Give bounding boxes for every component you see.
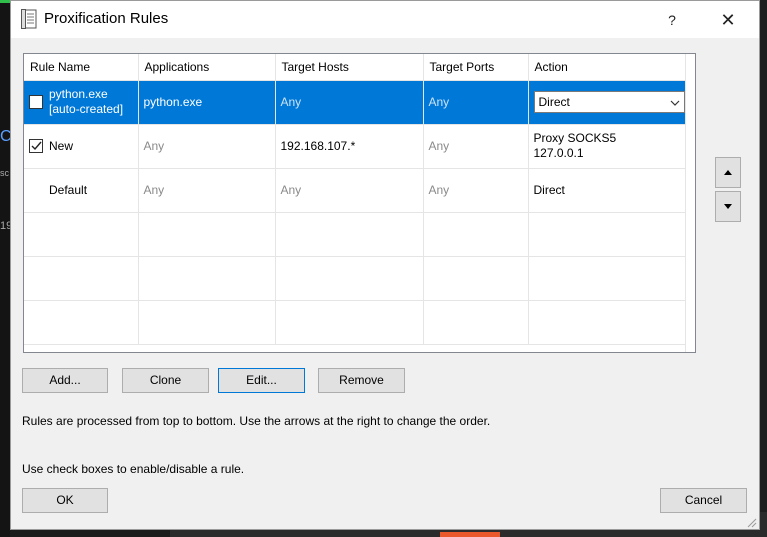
rule-name-cell[interactable]: New — [24, 124, 139, 169]
rule-name-text: Default — [49, 183, 88, 197]
table-right-divider — [685, 54, 686, 352]
window-title: Proxification Rules — [44, 10, 169, 27]
target-hosts-cell[interactable]: Any — [275, 168, 424, 213]
action-dropdown[interactable]: Direct — [533, 91, 685, 113]
rule-name-subtext: [auto-created] — [49, 102, 124, 116]
action-dropdown-value: Direct — [538, 95, 570, 109]
checkmark-icon — [31, 141, 42, 151]
table-row-empty — [24, 256, 686, 301]
target-hosts-cell[interactable]: 192.168.107.* — [275, 124, 424, 169]
chevron-down-icon — [670, 95, 680, 109]
action-cell[interactable]: Direct — [528, 168, 686, 213]
column-header-target-ports[interactable]: Target Ports — [423, 54, 529, 81]
move-rule-down-button[interactable] — [715, 191, 741, 222]
rule-name-text: New — [49, 139, 74, 153]
rule-name-text: python.exe — [49, 87, 108, 101]
background-terminal-left — [0, 0, 10, 537]
target-ports-cell[interactable]: Any — [423, 80, 529, 125]
resize-grip-icon[interactable] — [747, 517, 757, 528]
action-cell[interactable]: Proxy SOCKS5 127.0.0.1 — [528, 124, 686, 169]
checkbox-spacer — [29, 183, 43, 197]
help-button[interactable]: ? — [655, 5, 689, 35]
proxification-rules-dialog: Proxification Rules ? ✕ Rule Name Applic… — [10, 0, 760, 530]
table-row-empty — [24, 300, 686, 345]
rule-enabled-checkbox[interactable] — [29, 95, 43, 109]
background-terminal-accent — [0, 0, 10, 3]
move-rule-up-button[interactable] — [715, 157, 741, 188]
title-bar[interactable]: Proxification Rules ? ✕ — [11, 1, 759, 38]
edit-button[interactable]: Edit... — [218, 368, 305, 393]
arrow-up-icon — [724, 170, 732, 175]
table-row[interactable]: Default Any Any Any Direct — [24, 168, 686, 213]
column-header-target-hosts[interactable]: Target Hosts — [275, 54, 424, 81]
applications-cell[interactable]: Any — [138, 168, 276, 213]
action-proxy-address: 127.0.0.1 — [533, 146, 584, 160]
applications-cell[interactable]: python.exe — [138, 80, 276, 125]
target-ports-cell[interactable]: Any — [423, 124, 529, 169]
action-text: Proxy SOCKS5 — [533, 131, 617, 145]
rule-name-cell[interactable]: Default — [24, 168, 139, 213]
rules-order-hint: Rules are processed from top to bottom. … — [22, 414, 491, 428]
table-row-empty — [24, 212, 686, 257]
cancel-button[interactable]: Cancel — [660, 488, 747, 513]
arrow-down-icon — [724, 204, 732, 209]
background-orange-bar — [440, 532, 500, 537]
clone-button[interactable]: Clone — [122, 368, 209, 393]
table-row[interactable]: python.exe [auto-created] python.exe Any… — [24, 80, 686, 125]
target-hosts-cell[interactable]: Any — [275, 80, 424, 125]
column-header-applications[interactable]: Applications — [138, 54, 276, 81]
table-header-row: Rule Name Applications Target Hosts Targ… — [24, 54, 686, 81]
applications-cell[interactable]: Any — [138, 124, 276, 169]
ok-button[interactable]: OK — [22, 488, 108, 513]
proxifier-rules-icon — [21, 9, 39, 29]
table-row[interactable]: New Any 192.168.107.* Any Proxy SOCKS5 1… — [24, 124, 686, 169]
action-cell[interactable]: Direct — [528, 80, 686, 125]
rule-enabled-checkbox[interactable] — [29, 139, 43, 153]
rules-table[interactable]: Rule Name Applications Target Hosts Targ… — [23, 53, 696, 353]
target-ports-cell[interactable]: Any — [423, 168, 529, 213]
column-header-rule-name[interactable]: Rule Name — [24, 54, 139, 81]
column-header-action[interactable]: Action — [528, 54, 686, 81]
close-button[interactable]: ✕ — [711, 5, 745, 35]
remove-button[interactable]: Remove — [318, 368, 405, 393]
add-button[interactable]: Add... — [22, 368, 108, 393]
rule-name-cell[interactable]: python.exe [auto-created] — [24, 80, 139, 125]
background-text-fragment: sc — [0, 168, 9, 178]
checkbox-hint: Use check boxes to enable/disable a rule… — [22, 462, 245, 476]
